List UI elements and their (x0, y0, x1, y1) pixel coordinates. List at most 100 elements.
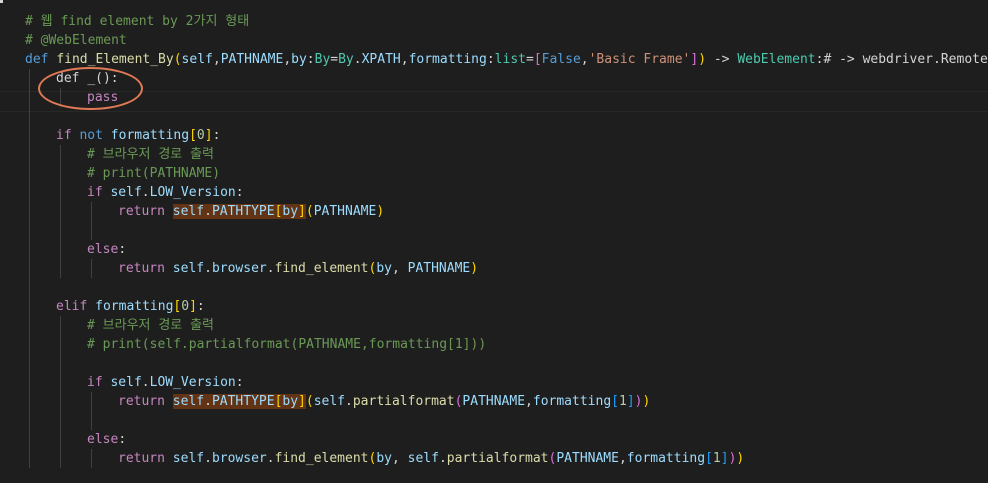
code-line[interactable]: if self.LOW_Version: (0, 183, 988, 202)
indent-guide (60, 183, 61, 202)
code-line[interactable] (0, 411, 988, 430)
code-line-text: # 브라우저 경로 출력 (87, 316, 214, 335)
code-token: 0 (196, 128, 205, 143)
indent-guide (29, 221, 30, 240)
code-token: # 브라우저 경로 출력 (87, 318, 214, 333)
code-token: . (438, 451, 447, 466)
code-token: ] (204, 128, 213, 143)
code-token: . (266, 261, 275, 276)
code-token: , (400, 52, 409, 67)
code-token: by (291, 52, 307, 67)
code-token: formatting (408, 52, 487, 67)
indent-guide (29, 126, 30, 145)
indent-guide (29, 183, 30, 202)
code-token: PATHNAME (220, 52, 284, 67)
indent-guide (29, 259, 30, 278)
indent-guide (29, 316, 30, 335)
code-token: XPATH (361, 52, 401, 67)
code-token: ( (173, 52, 182, 67)
code-line-text: return self.browser.find_element(by, PAT… (118, 259, 478, 278)
indent-guide (60, 164, 61, 183)
code-line[interactable]: # @WebElement (0, 31, 988, 50)
code-token: = (330, 52, 339, 67)
code-line[interactable]: return self.browser.find_element(by, PAT… (0, 259, 988, 278)
code-line[interactable]: else: (0, 430, 988, 449)
code-line[interactable] (0, 107, 988, 126)
code-line[interactable]: # 브라우저 경로 출력 (0, 316, 988, 335)
code-line[interactable]: # 웹 find element by 2가지 형태 (0, 12, 988, 31)
code-token: , (212, 52, 221, 67)
code-line[interactable]: else: (0, 240, 988, 259)
code-token: formatting (626, 451, 706, 466)
code-token: ] (298, 204, 306, 219)
code-token: if (56, 128, 72, 143)
indent-guide (29, 449, 30, 468)
code-token: self (172, 204, 205, 219)
code-line[interactable]: return self.PATHTYPE[by](PATHNAME) (0, 202, 988, 221)
code-token: : (235, 185, 244, 200)
indent-guide (29, 297, 30, 316)
code-token: ] (626, 394, 635, 409)
code-token: partialformat (446, 451, 549, 466)
code-line[interactable]: return self.PATHTYPE[by](self.partialfor… (0, 392, 988, 411)
code-token: ) (698, 52, 707, 67)
code-line[interactable]: # print(self.partialformat(PATHNAME,form… (0, 335, 988, 354)
indent-guide (29, 145, 30, 164)
code-token: ] (189, 299, 197, 314)
code-line[interactable]: def _(): (0, 69, 988, 88)
code-token: , (283, 52, 292, 67)
code-line[interactable]: def find_Element_By(self,PATHNAME,by:By=… (0, 50, 988, 69)
code-token: if (87, 185, 103, 200)
code-token: By (338, 52, 354, 67)
code-line-text: # 웹 find element by 2가지 형태 (25, 12, 249, 31)
code-line[interactable]: return self.browser.find_element(by, sel… (0, 449, 988, 468)
code-token: . (204, 261, 212, 276)
indent-guide (29, 164, 30, 183)
code-line[interactable] (0, 221, 988, 240)
code-token: else (87, 432, 119, 447)
code-token: find_Element_By (56, 52, 174, 67)
code-line[interactable]: pass (0, 88, 988, 107)
code-token: PATHNAME (407, 261, 471, 276)
code-line[interactable] (0, 278, 988, 297)
code-token: PATHNAME (556, 451, 619, 466)
code-line[interactable]: # 브라우저 경로 출력 (0, 145, 988, 164)
indent-guide (60, 221, 61, 240)
code-token: LOW_Version (149, 375, 236, 390)
code-token: by (376, 451, 392, 466)
code-line[interactable] (0, 354, 988, 373)
code-token: partialformat (352, 394, 455, 409)
code-token: self (110, 375, 142, 390)
code-token: self (313, 394, 346, 409)
code-line-text: # @WebElement (25, 31, 127, 50)
indent-guide (60, 335, 61, 354)
code-token: , (525, 394, 533, 409)
code-token: False (541, 52, 581, 67)
code-line-text: def find_Element_By(self,PATHNAME,by:By=… (25, 50, 988, 69)
code-line[interactable]: if not formatting[0]: (0, 126, 988, 145)
code-token: : (306, 52, 315, 67)
code-line-text: # print(PATHNAME) (87, 164, 220, 183)
code-line-text: else: (87, 430, 126, 449)
code-line-text: return self.PATHTYPE[by](self.partialfor… (118, 392, 650, 411)
code-line-text: if not formatting[0]: (56, 126, 220, 145)
code-token: , (391, 261, 408, 276)
code-token: self (172, 394, 205, 409)
corner-marker (0, 0, 3, 3)
indent-guide (60, 259, 61, 278)
code-editor[interactable]: # 웹 find element by 2가지 형태 # @WebElement d… (0, 0, 988, 483)
code-line[interactable]: elif formatting[0]: (0, 297, 988, 316)
code-token: self (110, 185, 142, 200)
code-token: # print(PATHNAME) (87, 166, 221, 181)
code-token: return (118, 204, 165, 219)
indent-guide (29, 240, 30, 259)
code-line[interactable]: # print(PATHNAME) (0, 164, 988, 183)
indent-guide (60, 373, 61, 392)
code-line[interactable]: if self.LOW_Version: (0, 373, 988, 392)
code-token: # print(self.partialformat(PATHNAME,form… (87, 337, 487, 352)
code-token: : (118, 432, 127, 447)
indent-guide (91, 392, 92, 411)
